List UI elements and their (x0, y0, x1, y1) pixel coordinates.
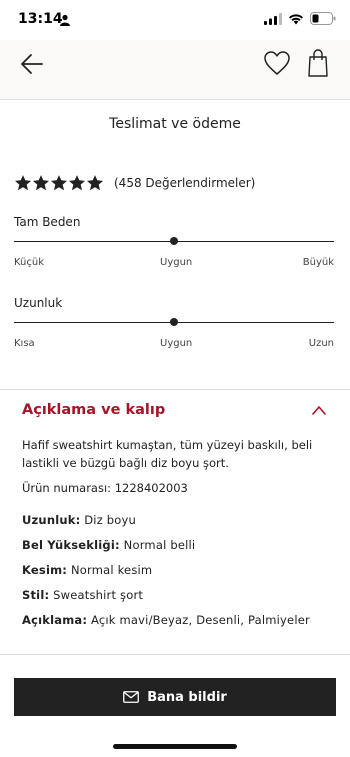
attribute-row: Açıklama: Açık mavi/Beyaz, Desenli, Palm… (22, 613, 310, 627)
home-indicator (113, 744, 237, 749)
attribute-key: Kesim: (22, 563, 68, 577)
envelope-icon (123, 691, 140, 703)
attribute-key: Uzunluk: (22, 513, 81, 527)
chevron-up-icon[interactable] (311, 404, 327, 416)
attribute-row: Uzunluk: Diz boyu (22, 513, 136, 527)
star-icon (14, 175, 32, 191)
heart-icon[interactable] (262, 48, 292, 78)
battery-icon (310, 12, 336, 25)
fit-length-label: Uzunluk (14, 296, 63, 310)
section-divider (0, 654, 350, 655)
delivery-payment-row[interactable]: Teslimat ve ödeme (0, 100, 350, 152)
star-icon (32, 175, 50, 191)
rating-summary[interactable]: (458 Değerlendirmeler) (14, 174, 255, 192)
delivery-payment-link[interactable]: Teslimat ve ödeme (109, 116, 241, 132)
fit-length-marker (170, 318, 178, 326)
wifi-icon (289, 13, 303, 24)
app-header (0, 40, 350, 100)
description-section-title[interactable]: Açıklama ve kalıp (22, 402, 165, 418)
fit-size-min: Küçük (14, 257, 45, 268)
attribute-value: Diz boyu (84, 513, 137, 527)
attribute-value: Normal belli (123, 538, 196, 552)
attribute-row: Kesim: Normal kesim (22, 563, 152, 577)
status-indicators (264, 12, 336, 25)
attribute-key: Bel Yüksekliği: (22, 538, 120, 552)
fit-length-max: Uzun (308, 338, 334, 349)
attribute-key: Açıklama: (22, 613, 88, 627)
star-icon (86, 175, 104, 191)
description-text: Hafif sweatshirt kumaştan, tüm yüzeyi ba… (22, 438, 313, 470)
notify-me-label: Bana bildir (147, 689, 227, 705)
status-time: 13:14 (18, 11, 63, 27)
shopping-bag-icon[interactable] (304, 48, 332, 78)
fit-size-marker (170, 237, 178, 245)
person-icon (60, 14, 70, 26)
fit-length-mid: Uygun (160, 338, 193, 349)
star-icon (50, 175, 68, 191)
signal-icon (264, 12, 282, 25)
rating-stars (14, 174, 104, 192)
attribute-value: Normal kesim (70, 563, 153, 577)
product-number: Ürün numarası: 1228402003 (22, 481, 188, 495)
attribute-key: Stil: (22, 588, 50, 602)
fit-size-label: Tam Beden (14, 215, 81, 229)
fit-length-min: Kısa (14, 338, 35, 349)
attribute-value: Sweatshirt şort (53, 588, 144, 602)
attribute-row: Stil: Sweatshirt şort (22, 588, 143, 602)
star-icon (68, 175, 86, 191)
attribute-value: Açık mavi/Beyaz, Desenli, Palmiyeler (91, 613, 310, 627)
section-divider (0, 389, 350, 390)
fit-size-mid: Uygun (160, 257, 193, 268)
arrow-left-icon[interactable] (18, 50, 46, 78)
attribute-row: Bel Yüksekliği: Normal belli (22, 538, 195, 552)
status-bar: 13:14 (0, 0, 350, 40)
review-count[interactable]: (458 Değerlendirmeler) (114, 176, 255, 190)
fit-size-max: Büyük (302, 257, 334, 268)
notify-me-button[interactable]: Bana bildir (14, 678, 336, 716)
